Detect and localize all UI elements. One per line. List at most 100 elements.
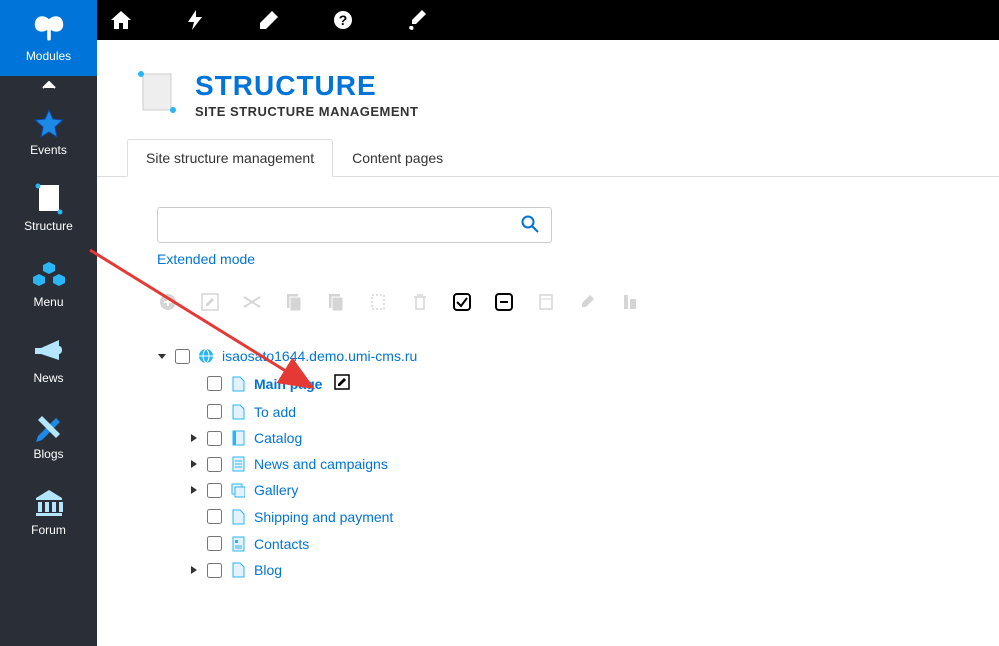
tree-checkbox[interactable] — [175, 349, 190, 364]
temple-icon — [33, 487, 65, 519]
toolbar-brush[interactable] — [577, 291, 599, 313]
pencils-icon — [33, 411, 65, 443]
sidebar-item-menu[interactable]: Menu — [0, 246, 97, 322]
page-subtitle: SITE STRUCTURE MANAGEMENT — [195, 104, 418, 119]
gallery-icon — [230, 482, 246, 498]
caret-right-icon[interactable] — [189, 486, 199, 494]
toolbar-check-all[interactable] — [451, 291, 473, 313]
search-box — [157, 207, 552, 243]
sidebar-label: Modules — [26, 49, 71, 63]
caret-down-icon[interactable] — [157, 352, 167, 360]
search-button[interactable] — [517, 211, 543, 240]
sidebar-label: Structure — [24, 219, 73, 233]
toolbar-uncheck-all[interactable] — [493, 291, 515, 313]
toolbar-virtual[interactable] — [367, 291, 389, 313]
tree-item: Catalog — [189, 425, 939, 451]
page-icon — [230, 509, 246, 525]
tree-checkbox[interactable] — [207, 457, 222, 472]
tree-item: ▶ Contacts — [189, 530, 939, 557]
tab-content-pages[interactable]: Content pages — [333, 139, 462, 176]
tree-checkbox[interactable] — [207, 404, 222, 419]
tabs: Site structure management Content pages — [97, 139, 999, 177]
tree-item: News and campaigns — [189, 451, 939, 477]
tree-label[interactable]: To add — [254, 404, 296, 420]
tree-item: ▶ To add — [189, 398, 939, 425]
help-icon[interactable]: ? — [331, 8, 355, 32]
tree-checkbox[interactable] — [207, 483, 222, 498]
contacts-icon — [230, 536, 246, 552]
cubes-icon — [33, 259, 65, 291]
home-icon[interactable] — [109, 8, 133, 32]
sidebar-label: Forum — [31, 523, 66, 537]
page-header: STRUCTURE SITE STRUCTURE MANAGEMENT — [97, 40, 999, 139]
caret-right-icon[interactable] — [189, 460, 199, 468]
sidebar-label: Events — [30, 143, 67, 157]
tree-root: isaosato1644.demo.umi-cms.ru — [157, 343, 939, 369]
tree-label[interactable]: Gallery — [254, 482, 298, 498]
tree-label[interactable]: Blog — [254, 562, 282, 578]
toolbar-delete[interactable] — [409, 291, 431, 313]
catalog-icon — [230, 430, 246, 446]
globe-icon — [198, 348, 214, 364]
caret-right-icon[interactable] — [189, 566, 199, 574]
sidebar-item-structure[interactable]: Structure — [0, 170, 97, 246]
caret-right-icon[interactable] — [189, 434, 199, 442]
sidebar-label: Menu — [33, 295, 63, 309]
tree-item: Blog — [189, 557, 939, 583]
toolbar-copy1[interactable] — [283, 291, 305, 313]
toolbar-copy2[interactable] — [325, 291, 347, 313]
toolbar-add[interactable] — [157, 291, 179, 313]
tree-label[interactable]: Catalog — [254, 430, 302, 446]
sidebar-label: News — [33, 371, 63, 385]
header-icon — [137, 70, 177, 110]
tree-checkbox[interactable] — [207, 376, 222, 391]
sidebar-collapse[interactable] — [0, 76, 97, 94]
brush-icon[interactable] — [405, 8, 429, 32]
tree-label[interactable]: isaosato1644.demo.umi-cms.ru — [222, 348, 417, 364]
tab-site-structure[interactable]: Site structure management — [127, 139, 333, 177]
bolt-icon[interactable] — [183, 8, 207, 32]
tree-checkbox[interactable] — [207, 563, 222, 578]
sidebar-item-events[interactable]: Events — [0, 94, 97, 170]
content: Extended mode isaosato1644.demo.umi-cms.… — [97, 177, 999, 613]
toolbar — [157, 291, 939, 313]
toolbar-align[interactable] — [619, 291, 641, 313]
star-icon — [33, 107, 65, 139]
tree-checkbox[interactable] — [207, 431, 222, 446]
svg-text:?: ? — [339, 12, 348, 28]
page-icon — [230, 404, 246, 420]
main: STRUCTURE SITE STRUCTURE MANAGEMENT Site… — [97, 40, 999, 646]
butterfly-icon — [33, 13, 65, 45]
tree-item: ▶ Main page — [189, 369, 939, 398]
sidebar-item-blogs[interactable]: Blogs — [0, 398, 97, 474]
toolbar-edit[interactable] — [199, 291, 221, 313]
tree-children: ▶ Main page ▶ To add Catalog — [189, 369, 939, 583]
tree: isaosato1644.demo.umi-cms.ru ▶ Main page… — [157, 343, 939, 583]
page-title: STRUCTURE — [195, 70, 418, 102]
toolbar-visibility[interactable] — [241, 291, 263, 313]
tree-label[interactable]: News and campaigns — [254, 456, 388, 472]
tree-checkbox[interactable] — [207, 536, 222, 551]
pen-icon[interactable] — [257, 8, 281, 32]
sidebar: Modules Events Structure Menu News Blogs — [0, 0, 97, 646]
tree-checkbox[interactable] — [207, 509, 222, 524]
tree-label[interactable]: Main page — [254, 376, 322, 392]
tree-label[interactable]: Contacts — [254, 536, 309, 552]
sidebar-item-forum[interactable]: Forum — [0, 474, 97, 550]
tree-item: ▶ Shipping and payment — [189, 503, 939, 530]
edit-icon[interactable] — [334, 374, 350, 393]
sidebar-item-news[interactable]: News — [0, 322, 97, 398]
sidebar-label: Blogs — [33, 447, 63, 461]
tree-item: Gallery — [189, 477, 939, 503]
news-icon — [230, 456, 246, 472]
tree-label[interactable]: Shipping and payment — [254, 509, 393, 525]
page-icon — [230, 562, 246, 578]
document-icon — [33, 183, 65, 215]
topbar: ? — [97, 0, 999, 40]
megaphone-icon — [33, 335, 65, 367]
search-input[interactable] — [166, 217, 517, 233]
toolbar-template[interactable] — [535, 291, 557, 313]
sidebar-item-modules[interactable]: Modules — [0, 0, 97, 76]
page-icon — [230, 376, 246, 392]
extended-mode-link[interactable]: Extended mode — [157, 251, 255, 267]
